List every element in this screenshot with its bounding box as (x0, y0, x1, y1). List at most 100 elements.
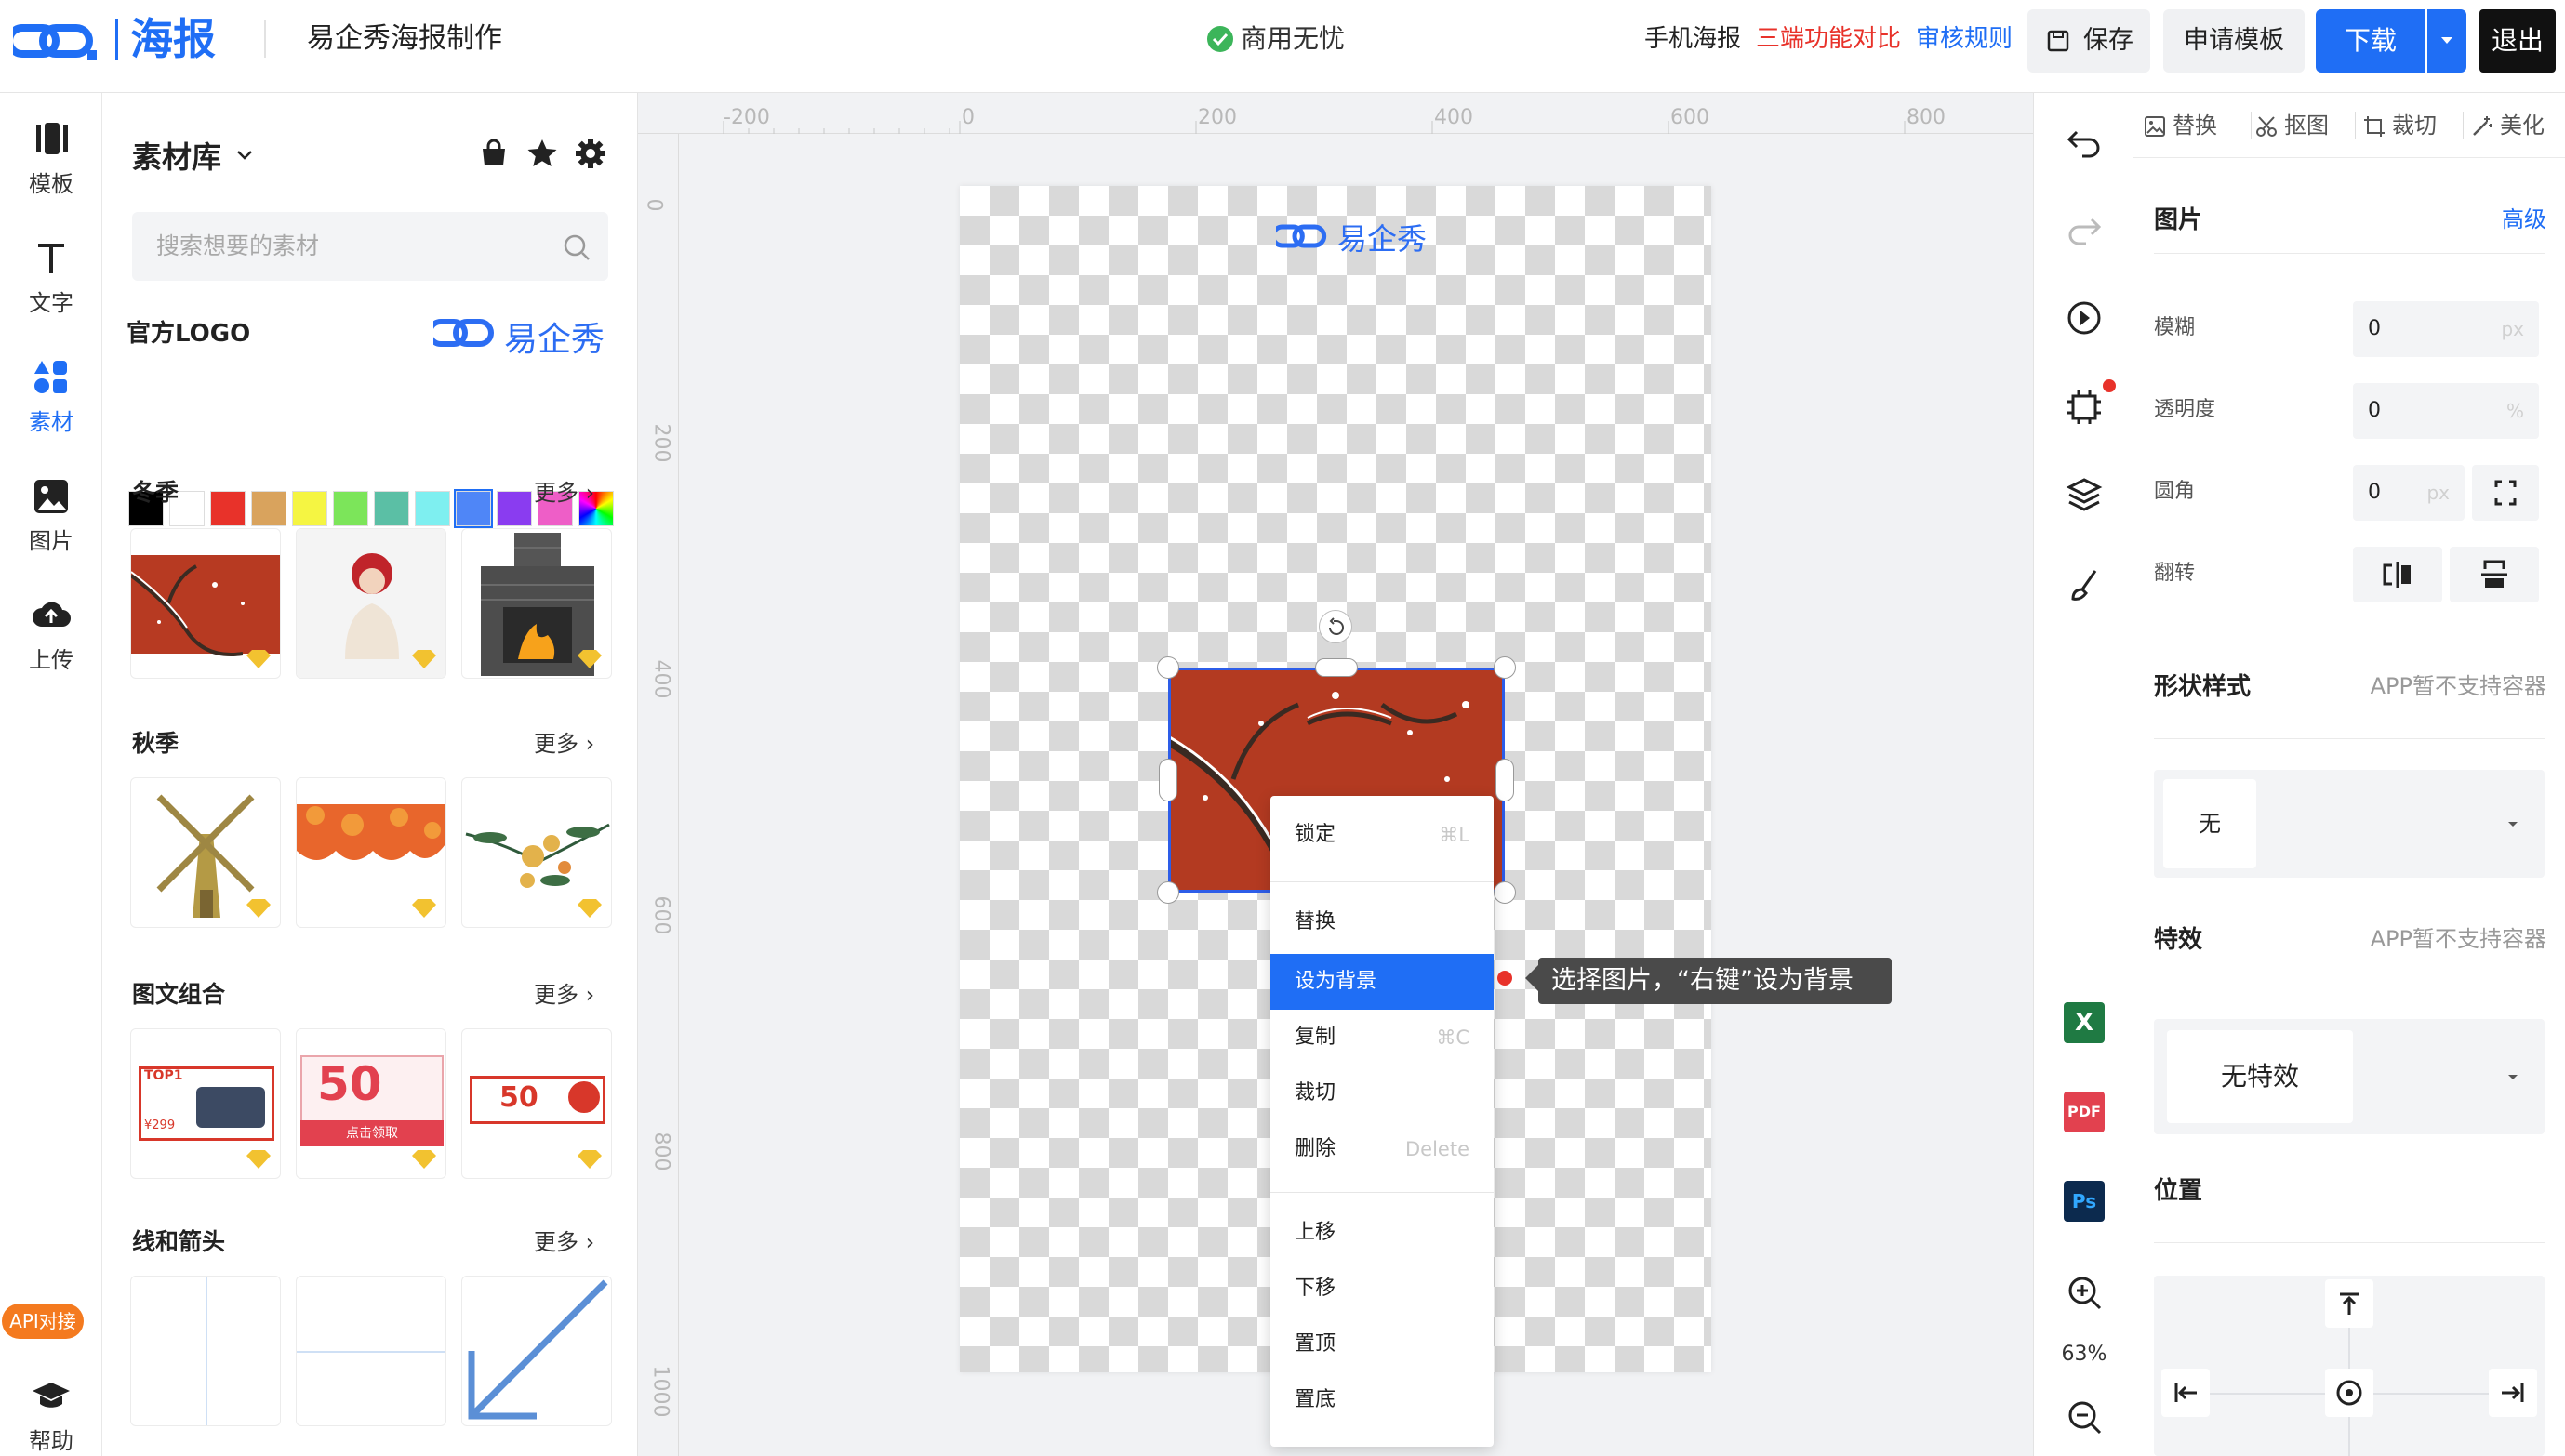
play-icon[interactable] (2064, 298, 2105, 338)
tool-help[interactable]: 帮助 (0, 1376, 102, 1455)
material-thumb[interactable]: 50 点击领取 (296, 1028, 446, 1179)
align-left-button[interactable] (2161, 1369, 2210, 1417)
align-top-button[interactable] (2325, 1279, 2373, 1328)
rotate-handle[interactable] (1319, 610, 1352, 643)
material-thumb[interactable] (296, 777, 446, 928)
tool-material[interactable]: 素材 (0, 357, 102, 436)
canvas-size-icon[interactable] (2064, 387, 2105, 428)
tab-replace[interactable]: 替换 (2143, 93, 2217, 158)
tool-text[interactable]: 文字 (0, 238, 102, 317)
resize-handle[interactable] (1157, 881, 1179, 904)
review-rules-link[interactable]: 审核规则 (1916, 0, 2013, 93)
menu-item-crop[interactable]: 裁切 (1270, 1066, 1494, 1121)
brush-icon[interactable] (2064, 565, 2105, 606)
menu-item-bring-to-front[interactable]: 置顶 (1270, 1317, 1494, 1372)
menu-item-delete[interactable]: 删除 Delete (1270, 1121, 1494, 1177)
resize-handle[interactable] (1494, 656, 1516, 679)
blur-input[interactable]: 0 px (2353, 301, 2539, 357)
more-link-combo[interactable]: 更多 › (534, 976, 594, 1009)
menu-item-send-to-back[interactable]: 置底 (1270, 1372, 1494, 1428)
more-link-lines[interactable]: 更多 › (534, 1224, 594, 1256)
redo-icon[interactable] (2064, 208, 2105, 249)
advanced-link[interactable]: 高级 (2502, 201, 2546, 233)
material-thumb[interactable] (130, 528, 281, 679)
zoom-out-icon[interactable] (2064, 1396, 2105, 1437)
menu-item-replace[interactable]: 替换 (1270, 894, 1494, 950)
menu-item-set-background[interactable]: 设为背景 (1270, 954, 1494, 1010)
download-button[interactable]: 下载 (2316, 9, 2425, 73)
material-thumb[interactable]: 50 (461, 1028, 612, 1179)
star-icon[interactable] (526, 138, 558, 169)
ruler-label: 400 (649, 659, 673, 699)
api-badge[interactable]: API对接 (2, 1304, 84, 1339)
excel-icon[interactable]: X (2064, 1002, 2105, 1043)
tool-image[interactable]: 图片 (0, 476, 102, 555)
layers-icon[interactable] (2064, 474, 2105, 515)
color-swatch[interactable] (292, 491, 327, 526)
radius-expand-button[interactable] (2472, 465, 2539, 521)
more-link-autumn[interactable]: 更多 › (534, 725, 594, 758)
compare-link[interactable]: 三端功能对比 (1756, 0, 1901, 93)
opacity-input[interactable]: 0% (2353, 383, 2539, 439)
zoom-in-icon[interactable] (2064, 1272, 2105, 1313)
search-input[interactable]: 搜索想要的素材 (132, 212, 608, 281)
menu-label: 上移 (1295, 1221, 1336, 1244)
bag-icon[interactable] (478, 138, 510, 169)
tab-cutout[interactable]: 抠图 (2254, 93, 2329, 158)
title-divider (264, 20, 266, 58)
more-link-winter[interactable]: 更多 › (534, 474, 594, 507)
brand-logo-icon[interactable] (13, 19, 106, 63)
material-thumb[interactable] (130, 1276, 281, 1426)
tab-beautify[interactable]: 美化 (2470, 93, 2545, 158)
align-center-button[interactable] (2325, 1369, 2373, 1417)
logout-button[interactable]: 退出 (2479, 9, 2556, 73)
material-thumb[interactable] (461, 528, 612, 679)
shape-style-note: APP暂不支持容器 (2370, 673, 2546, 699)
chevron-down-icon[interactable] (234, 145, 255, 165)
section-divider (2154, 738, 2545, 739)
menu-item-lock[interactable]: 锁定 ⌘L (1270, 807, 1494, 863)
color-swatch[interactable] (333, 491, 368, 526)
download-dropdown-button[interactable] (2427, 9, 2466, 73)
resize-handle[interactable] (1494, 881, 1516, 904)
premium-gem-icon (578, 1150, 602, 1169)
tool-template[interactable]: 模板 (0, 119, 102, 198)
undo-icon[interactable] (2064, 121, 2105, 162)
panel-title[interactable]: 素材库 (132, 134, 221, 177)
radius-input[interactable]: 0 px (2353, 465, 2465, 521)
menu-item-move-down[interactable]: 下移 (1270, 1261, 1494, 1317)
tool-upload[interactable]: 上传 (0, 595, 102, 674)
search-icon[interactable] (562, 232, 591, 262)
tab-crop[interactable]: 裁切 (2362, 93, 2437, 158)
material-thumb[interactable] (296, 528, 446, 679)
align-right-button[interactable] (2489, 1369, 2537, 1417)
material-thumb[interactable]: TOP1 ¥299 (130, 1028, 281, 1179)
save-button[interactable]: 保存 (2027, 9, 2150, 73)
menu-item-copy[interactable]: 复制 ⌘C (1270, 1010, 1494, 1066)
shape-style-select[interactable]: 无 (2154, 770, 2545, 878)
color-swatch[interactable] (210, 491, 246, 526)
resize-handle-right[interactable] (1495, 759, 1514, 801)
gear-icon[interactable] (575, 138, 606, 169)
mobile-poster-link[interactable]: 手机海报 (1644, 0, 1741, 93)
material-thumb[interactable] (130, 777, 281, 928)
apply-template-button[interactable]: 申请模板 (2163, 9, 2305, 73)
photoshop-icon[interactable]: Ps (2064, 1181, 2105, 1222)
material-thumb[interactable] (461, 777, 612, 928)
material-thumb[interactable] (461, 1276, 612, 1426)
color-swatch[interactable] (374, 491, 409, 526)
resize-handle-top[interactable] (1315, 658, 1358, 677)
resize-handle[interactable] (1157, 656, 1179, 679)
flip-horizontal-button[interactable] (2353, 547, 2442, 602)
color-swatch[interactable] (497, 491, 532, 526)
resize-handle-left[interactable] (1159, 759, 1177, 801)
color-swatch[interactable] (415, 491, 450, 526)
flip-vertical-button[interactable] (2450, 547, 2539, 602)
material-thumb[interactable] (296, 1276, 446, 1426)
color-swatch[interactable] (454, 489, 493, 528)
menu-item-move-up[interactable]: 上移 (1270, 1205, 1494, 1261)
pdf-icon[interactable]: PDF (2064, 1092, 2105, 1132)
color-swatch[interactable] (251, 491, 286, 526)
logo-brand-text: 易企秀 (504, 321, 605, 359)
effects-select[interactable]: 无特效 (2154, 1019, 2545, 1134)
